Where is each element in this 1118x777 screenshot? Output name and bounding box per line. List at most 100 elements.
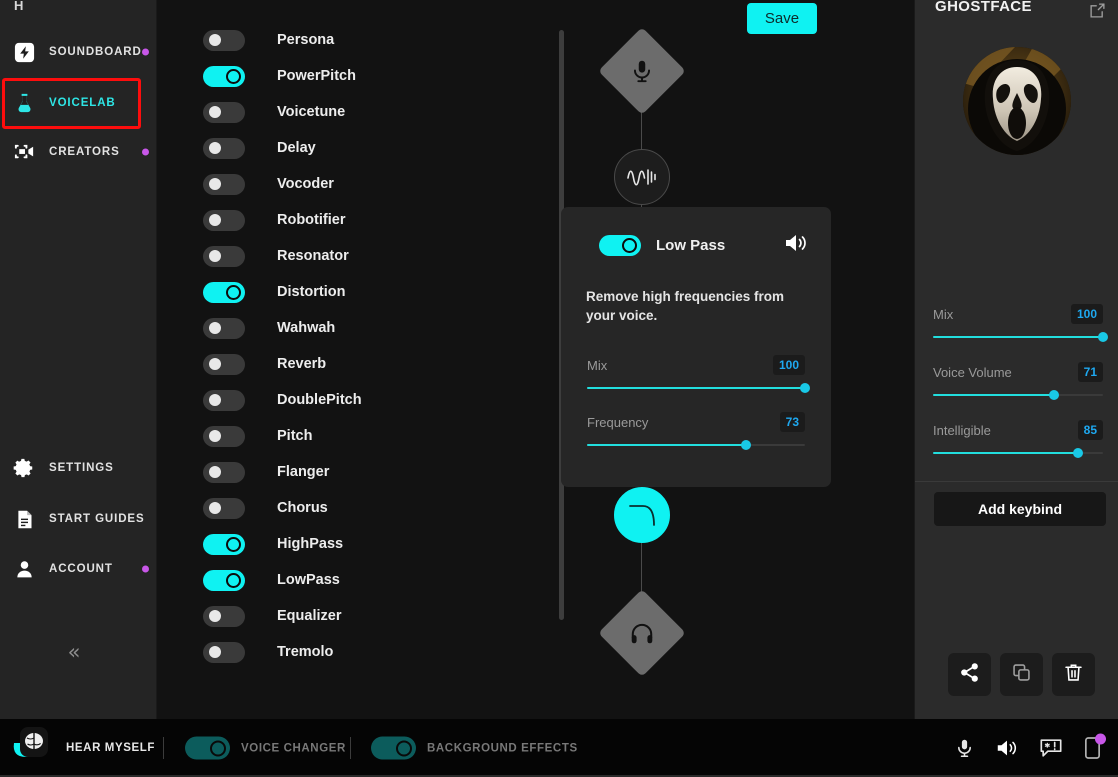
effect-row-resonator[interactable]: Resonator [203,238,408,274]
sidebar-item-voicelab[interactable]: VOICELAB [0,81,157,125]
effect-toggle-persona[interactable] [203,29,245,51]
toggle-knob [209,142,221,154]
hear-myself-label[interactable]: HEAR MYSELF [66,742,155,754]
effect-toggle-lowpass[interactable] [203,569,245,591]
chain-node-powerpitch[interactable] [614,149,670,205]
effect-label-distortion: Distortion [277,284,346,300]
background-effects-label: BACKGROUND EFFECTS [427,742,578,754]
effect-row-wahwah[interactable]: Wahwah [203,310,408,346]
effect-row-highpass[interactable]: HighPass [203,526,408,562]
sidebar-label-account: ACCOUNT [49,563,113,575]
sidebar-item-start-guides[interactable]: START GUIDES [0,497,157,541]
sidebar-item-account[interactable]: ACCOUNT [0,547,157,591]
effect-toggle-powerpitch[interactable] [203,65,245,87]
collapse-sidebar-button[interactable]: « [56,636,92,668]
right-panel-divider [915,481,1118,482]
slider-frequency-rail[interactable] [587,440,805,450]
effect-row-pitch[interactable]: Pitch [203,418,408,454]
effect-toggle-chorus[interactable] [203,497,245,519]
effect-row-chorus[interactable]: Chorus [203,490,408,526]
save-button[interactable]: Save [747,3,817,34]
effect-toggle-resonator[interactable] [203,245,245,267]
effect-row-delay[interactable]: Delay [203,130,408,166]
right-slider-intelligible-thumb[interactable] [1072,448,1083,458]
right-slider-mix-rail[interactable] [933,332,1108,342]
microphone-icon[interactable] [954,738,975,759]
effect-row-persona[interactable]: Persona [203,22,408,58]
right-slider-mix-thumb[interactable] [1098,332,1108,342]
effect-label-equalizer: Equalizer [277,608,342,624]
voicelab-editor: Save Persona PowerPitch Voicetune Delay Voco… [157,0,914,719]
effect-toggle-wahwah[interactable] [203,317,245,339]
effect-row-doublepitch[interactable]: DoublePitch [203,382,408,418]
effect-toggle-tremolo[interactable] [203,641,245,663]
background-effects-toggle-group[interactable]: BACKGROUND EFFECTS [371,736,578,760]
effect-row-reverb[interactable]: Reverb [203,346,408,382]
background-effects-toggle[interactable] [371,736,416,760]
effect-row-tremolo[interactable]: Tremolo [203,634,408,670]
chain-node-microphone-icon[interactable] [598,27,686,115]
effect-label-vocoder: Vocoder [277,176,334,192]
toggle-knob [209,250,221,262]
effect-row-vocoder[interactable]: Vocoder [203,166,408,202]
chat-bleep-icon[interactable] [1039,738,1063,759]
notification-dot [1095,733,1106,745]
right-slider-voice-volume-rail[interactable] [933,390,1103,400]
effect-toggle-highpass[interactable] [203,533,245,555]
share-button[interactable] [948,653,991,696]
effect-toggle-reverb[interactable] [203,353,245,375]
slider-mix-label: Mix [587,357,608,373]
toggle-knob [209,178,221,190]
effect-toggle-distortion[interactable] [203,281,245,303]
voice-changer-toggle[interactable] [185,736,230,760]
effect-label-flanger: Flanger [277,464,330,480]
mobile-device-icon[interactable] [1083,733,1106,760]
effect-row-voicetune[interactable]: Voicetune [203,94,408,130]
effect-toggle-vocoder[interactable] [203,173,245,195]
add-keybind-button[interactable]: Add keybind [934,492,1106,526]
voicemod-app-window: H SOUNDBOARD VOICELAB CREATORS SETTINGS … [0,0,1118,777]
gear-icon [11,455,37,481]
effect-toggle-voicetune[interactable] [203,101,245,123]
voicemod-brain-logo [8,727,56,769]
toggle-knob [209,394,221,406]
speaker-icon[interactable] [783,232,809,259]
effect-toggle-delay[interactable] [203,137,245,159]
effect-toggle-flanger[interactable] [203,461,245,483]
effect-row-lowpass[interactable]: LowPass [203,562,408,598]
slider-mix-rail[interactable] [587,383,810,393]
slider-frequency-thumb[interactable] [741,440,752,450]
right-slider-mix-fill [933,336,1103,338]
avatar[interactable] [962,47,1071,155]
chain-node-headphones-icon[interactable] [598,589,686,677]
document-icon [11,506,37,532]
right-slider-intelligible-rail[interactable] [933,448,1103,458]
sidebar-item-settings[interactable]: SETTINGS [0,446,157,490]
effect-toggle-pitch[interactable] [203,425,245,447]
lightning-bolt-icon [11,39,37,65]
duplicate-button[interactable] [1000,653,1043,696]
effect-card-description: Remove high frequencies from your voice. [586,289,785,323]
bottom-divider-2 [350,737,351,759]
effect-row-distortion[interactable]: Distortion [203,274,408,310]
effect-row-equalizer[interactable]: Equalizer [203,598,408,634]
effect-toggle-doublepitch[interactable] [203,389,245,411]
effect-row-flanger[interactable]: Flanger [203,454,408,490]
effect-toggle-robotifier[interactable] [203,209,245,231]
lowpass-card-toggle[interactable] [599,235,641,256]
slider-mix-thumb[interactable] [800,383,810,393]
effect-toggle-equalizer[interactable] [203,605,245,627]
toggle-knob [209,610,221,622]
voice-action-buttons [948,653,1095,696]
delete-button[interactable] [1052,653,1095,696]
right-slider-voice-volume-thumb[interactable] [1048,390,1059,400]
speaker-icon[interactable] [995,738,1019,759]
effect-row-robotifier[interactable]: Robotifier [203,202,408,238]
sidebar-item-creators[interactable]: CREATORS [0,130,157,174]
edit-square-icon[interactable] [1089,2,1106,24]
trash-icon [1063,662,1084,688]
chain-node-lowpass[interactable] [614,487,670,543]
effect-row-powerpitch[interactable]: PowerPitch [203,58,408,94]
voice-changer-toggle-group[interactable]: VOICE CHANGER [185,736,346,760]
sidebar-item-soundboard[interactable]: SOUNDBOARD [0,30,157,74]
